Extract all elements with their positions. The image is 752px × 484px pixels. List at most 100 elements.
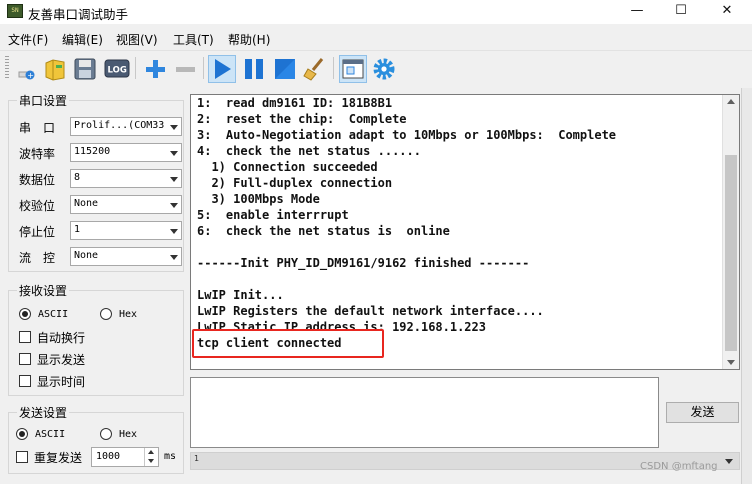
menu-help[interactable]: 帮助(H) <box>228 31 270 48</box>
spin-buttons[interactable] <box>144 448 158 466</box>
svg-text:LOG: LOG <box>108 66 127 76</box>
stop-bits-label: 停止位 <box>19 225 56 239</box>
remove-icon[interactable] <box>172 56 198 82</box>
parity-label: 校验位 <box>19 199 56 213</box>
serial-settings-group: 串口设置 串 口 Prolif...(COM33 波特率 115200 数据位 … <box>8 92 184 272</box>
pause-icon[interactable] <box>241 56 267 82</box>
send-hex-label: Hex <box>119 429 138 440</box>
chevron-down-icon <box>170 125 178 130</box>
open-icon[interactable] <box>42 56 68 82</box>
repeat-send-checkbox[interactable] <box>16 451 28 463</box>
flow-control-select[interactable]: None <box>70 247 182 266</box>
receive-line: 1: read dm9161 ID: 181B8B1 <box>197 96 393 110</box>
menu-edit[interactable]: 编辑(E) <box>62 31 103 48</box>
save-icon[interactable] <box>72 56 98 82</box>
receive-vertical-scrollbar[interactable] <box>722 95 739 369</box>
toolbar-grip <box>5 56 9 80</box>
settings-icon[interactable] <box>371 56 397 82</box>
watermark: CSDN @mftang <box>640 461 718 472</box>
menu-bar: 文件(F) 编辑(E) 视图(V) 工具(T) 帮助(H) <box>0 28 752 48</box>
menu-tools[interactable]: 工具(T) <box>173 31 214 48</box>
port-select[interactable]: Prolif...(COM33 <box>70 117 182 136</box>
spin-down-icon[interactable] <box>148 459 154 463</box>
menu-file[interactable]: 文件(F) <box>8 31 48 48</box>
chevron-down-icon <box>170 229 178 234</box>
play-icon[interactable] <box>208 55 236 83</box>
repeat-interval-value: 1000 <box>96 451 121 462</box>
send-textarea[interactable] <box>190 377 659 448</box>
baud-value: 115200 <box>74 146 111 157</box>
toolbar-separator <box>203 57 204 79</box>
receive-line: 4: check the net status ...... <box>197 144 421 158</box>
receive-line: 5: enable interrrupt <box>197 208 349 222</box>
send-hex-radio[interactable] <box>100 428 112 440</box>
scroll-down-icon[interactable] <box>727 360 735 365</box>
port-label: 串 口 <box>19 121 56 135</box>
send-ascii-label: ASCII <box>35 429 66 440</box>
toolbar-separator <box>135 57 136 79</box>
chevron-down-icon <box>170 151 178 156</box>
app-icon: SN <box>7 4 23 18</box>
flow-control-label: 流 控 <box>19 251 56 265</box>
data-bits-label: 数据位 <box>19 173 56 187</box>
app-window: SN 友善串口调试助手 — ☐ ✕ 文件(F) 编辑(E) 视图(V) 工具(T… <box>0 0 752 484</box>
receive-ascii-label: ASCII <box>38 309 69 320</box>
receive-settings-title: 接收设置 <box>17 282 70 299</box>
stop-bits-value: 1 <box>74 224 81 235</box>
repeat-interval-spinbox[interactable]: 1000 <box>91 447 159 467</box>
toolbar: + LOG <box>0 50 752 84</box>
port-value: Prolif...(COM33 <box>74 120 165 131</box>
data-bits-value: 8 <box>74 172 81 183</box>
spin-up-icon[interactable] <box>148 450 154 454</box>
chevron-down-icon[interactable] <box>725 459 733 464</box>
baud-label: 波特率 <box>19 147 56 161</box>
new-window-icon[interactable] <box>339 55 367 83</box>
auto-wrap-label: 自动换行 <box>37 331 86 345</box>
repeat-send-label: 重复发送 <box>34 451 83 465</box>
data-bits-select[interactable]: 8 <box>70 169 182 188</box>
receive-line: LwIP Registers the default network inter… <box>197 304 544 318</box>
stop-bits-select[interactable]: 1 <box>70 221 182 240</box>
close-button[interactable]: ✕ <box>704 0 750 24</box>
toolbar-separator <box>333 57 334 79</box>
new-icon[interactable]: + <box>14 56 40 82</box>
receive-hex-label: Hex <box>119 309 138 320</box>
receive-line: 1) Connection succeeded <box>197 160 378 174</box>
flow-control-value: None <box>74 250 99 261</box>
history-marker: 1 <box>194 454 200 463</box>
title-bar: SN 友善串口调试助手 — ☐ ✕ <box>0 0 752 24</box>
receive-line: 6: check the net status is online <box>197 224 450 238</box>
send-button[interactable]: 发送 <box>666 402 739 423</box>
show-time-label: 显示时间 <box>37 375 86 389</box>
interval-unit: ms <box>164 451 177 462</box>
log-icon[interactable]: LOG <box>104 56 130 82</box>
baud-select[interactable]: 115200 <box>70 143 182 162</box>
show-time-checkbox[interactable] <box>19 375 31 387</box>
chevron-down-icon <box>170 177 178 182</box>
scrollbar-thumb[interactable] <box>725 155 737 351</box>
send-ascii-radio[interactable] <box>16 428 28 440</box>
receive-line: 2) Full-duplex connection <box>197 176 393 190</box>
scroll-up-icon[interactable] <box>727 99 735 104</box>
receive-line: 3) 100Mbps Mode <box>197 192 320 206</box>
parity-select[interactable]: None <box>70 195 182 214</box>
maximize-button[interactable]: ☐ <box>658 0 704 24</box>
menu-view[interactable]: 视图(V) <box>116 31 158 48</box>
parity-value: None <box>74 198 99 209</box>
add-icon[interactable] <box>142 56 168 82</box>
show-send-label: 显示发送 <box>37 353 86 367</box>
chevron-down-icon <box>170 255 178 260</box>
show-send-checkbox[interactable] <box>19 353 31 365</box>
auto-wrap-checkbox[interactable] <box>19 331 31 343</box>
clear-icon[interactable] <box>302 56 328 82</box>
receive-ascii-radio[interactable] <box>19 308 31 320</box>
serial-settings-title: 串口设置 <box>17 92 70 109</box>
minimize-button[interactable]: — <box>614 0 660 24</box>
receive-line: 3: Auto-Negotiation adapt to 10Mbps or 1… <box>197 128 617 142</box>
receive-line: LwIP Init... <box>197 288 284 302</box>
stop-icon[interactable] <box>272 56 298 82</box>
right-edge-panel <box>741 88 752 484</box>
window-title: 友善串口调试助手 <box>28 7 129 22</box>
send-settings-title: 发送设置 <box>17 404 70 421</box>
receive-hex-radio[interactable] <box>100 308 112 320</box>
